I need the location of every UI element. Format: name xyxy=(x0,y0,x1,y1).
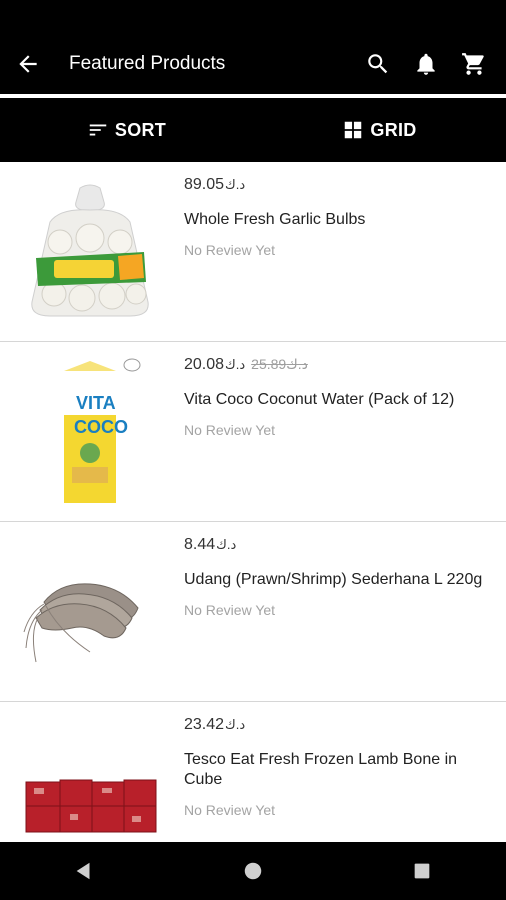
sort-icon xyxy=(89,124,107,136)
svg-text:COCO: COCO xyxy=(74,417,128,437)
back-triangle-icon xyxy=(76,862,90,880)
product-item-lamb[interactable]: 23.42 د.ك Tesco Eat Fresh Frozen Lamb Bo… xyxy=(0,702,506,842)
grid-label: GRID xyxy=(370,119,417,140)
cart-button[interactable] xyxy=(450,34,498,94)
back-arrow-icon xyxy=(19,55,37,73)
product-list: 89.05 د.ك Whole Fresh Garlic Bulbs No Re… xyxy=(0,162,506,842)
notifications-button[interactable] xyxy=(402,34,450,94)
price: 20.08 xyxy=(184,356,225,373)
product-image-lamb xyxy=(16,714,164,842)
product-name: Tesco Eat Fresh Frozen Lamb Bone in Cube xyxy=(184,751,458,788)
nav-recents-button[interactable] xyxy=(392,842,452,900)
review-status: No Review Yet xyxy=(184,422,276,438)
grid-button[interactable]: GRID xyxy=(253,98,506,162)
page-title: Featured Products xyxy=(69,53,226,74)
product-image-coconut-water: VITA COCO xyxy=(16,354,164,510)
system-nav-bar xyxy=(0,842,506,900)
nav-home-button[interactable] xyxy=(223,842,283,900)
price: 89.05 xyxy=(184,176,225,193)
product-name: Whole Fresh Garlic Bulbs xyxy=(184,211,366,228)
price-row: 20.08 د.ك 25.89د.ك xyxy=(184,356,486,376)
review-status: No Review Yet xyxy=(184,802,276,818)
review-status: No Review Yet xyxy=(184,242,276,258)
product-item-garlic[interactable]: 89.05 د.ك Whole Fresh Garlic Bulbs No Re… xyxy=(0,162,506,342)
app-bar: Featured Products xyxy=(0,34,506,94)
status-bar xyxy=(0,0,506,34)
currency: د.ك xyxy=(225,717,246,732)
sort-grid-bar: SORT GRID xyxy=(0,98,506,162)
price-row: 8.44 د.ك xyxy=(184,536,486,556)
cart-icon xyxy=(462,53,484,75)
price: 8.44 xyxy=(184,536,216,553)
back-button[interactable] xyxy=(0,34,56,94)
price: 23.42 xyxy=(184,716,225,733)
old-price: 25.89د.ك xyxy=(251,356,308,373)
product-item-coconut-water[interactable]: VITA COCO 20.08 د.ك 25.89د.ك Vita Coco C… xyxy=(0,342,506,522)
old-price-value: 25.89 xyxy=(251,356,287,372)
old-currency: د.ك xyxy=(286,356,308,372)
svg-text:VITA: VITA xyxy=(76,393,116,413)
price-row: 89.05 د.ك xyxy=(184,176,486,196)
currency: د.ك xyxy=(216,537,237,552)
review-status: No Review Yet xyxy=(184,602,276,618)
currency: د.ك xyxy=(225,357,246,372)
bell-icon xyxy=(417,53,435,75)
grid-icon xyxy=(345,121,362,139)
product-info: 23.42 د.ك Tesco Eat Fresh Frozen Lamb Bo… xyxy=(184,716,486,818)
recents-square-icon xyxy=(414,863,429,879)
product-image-garlic xyxy=(16,174,164,330)
product-name: Vita Coco Coconut Water (Pack of 12) xyxy=(184,391,455,408)
product-name: Udang (Prawn/Shrimp) Sederhana L 220g xyxy=(184,571,483,588)
product-image-prawns xyxy=(16,534,164,690)
search-icon xyxy=(368,54,388,74)
product-info: 20.08 د.ك 25.89د.ك Vita Coco Coconut Wat… xyxy=(184,356,486,438)
currency: د.ك xyxy=(225,177,246,192)
home-circle-icon xyxy=(244,862,262,880)
search-button[interactable] xyxy=(354,34,402,94)
product-item-prawns[interactable]: 8.44 د.ك Udang (Prawn/Shrimp) Sederhana … xyxy=(0,522,506,702)
product-info: 8.44 د.ك Udang (Prawn/Shrimp) Sederhana … xyxy=(184,536,486,618)
nav-back-button[interactable] xyxy=(54,842,114,900)
product-info: 89.05 د.ك Whole Fresh Garlic Bulbs No Re… xyxy=(184,176,486,258)
sort-button[interactable]: SORT xyxy=(0,98,253,162)
price-row: 23.42 د.ك xyxy=(184,716,486,736)
sort-label: SORT xyxy=(114,119,167,140)
